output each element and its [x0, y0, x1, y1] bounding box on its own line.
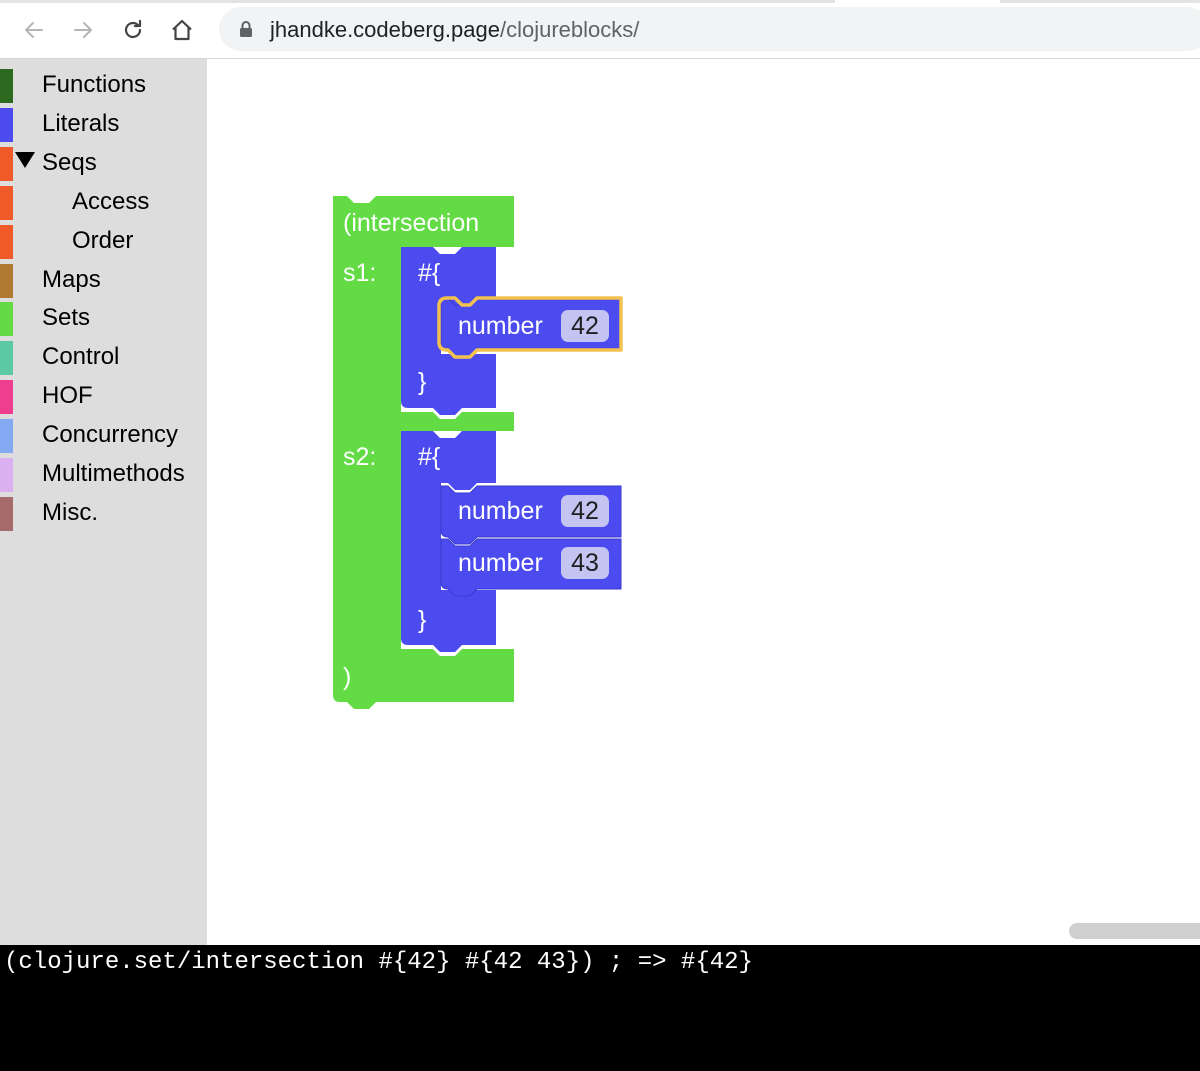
- category-label: Control: [42, 343, 120, 371]
- expand-triangle-icon[interactable]: [15, 151, 35, 168]
- category-label: Access: [72, 187, 150, 215]
- toolbox-sidebar: Functions Literals Seqs Access Order Maps Sets…: [0, 59, 207, 945]
- lock-icon: [240, 21, 252, 37]
- category-label: Misc.: [42, 498, 98, 526]
- block-canvas: [333, 196, 623, 709]
- category-label: HOF: [42, 382, 93, 410]
- category-label: Seqs: [42, 148, 97, 176]
- set2-close-label: }: [418, 606, 427, 634]
- s2-input-label: s2:: [343, 443, 377, 471]
- reload-button[interactable]: [115, 12, 151, 48]
- browser-toolbar: jhandke.codeberg.page/clojureblocks/: [0, 0, 1200, 59]
- reload-icon: [124, 19, 142, 39]
- category-color-swatch: [0, 419, 13, 454]
- url-text: jhandke.codeberg.page/clojureblocks/: [270, 17, 639, 43]
- category-color-swatch: [0, 496, 13, 531]
- category-color-swatch: [0, 380, 13, 415]
- number-value-field[interactable]: 42: [561, 495, 609, 527]
- set2-open-label: #{: [418, 443, 441, 471]
- toolbox-category-seqs[interactable]: Seqs: [0, 143, 207, 182]
- intersection-open-label: (intersection: [343, 209, 480, 237]
- forward-arrow-icon: [74, 22, 92, 38]
- url-path: /clojureblocks/: [499, 17, 640, 42]
- category-color-swatch: [0, 185, 13, 220]
- toolbox-category-concurrency[interactable]: Concurrency: [0, 415, 207, 454]
- toolbox-category-hof[interactable]: HOF: [0, 376, 207, 415]
- number-value-field[interactable]: 42: [561, 310, 609, 342]
- back-button[interactable]: [16, 12, 52, 48]
- category-color-swatch: [0, 224, 13, 259]
- category-label: Maps: [42, 265, 101, 293]
- s1-input-label: s1:: [343, 259, 377, 287]
- category-label: Literals: [42, 109, 120, 137]
- toolbox-category-functions[interactable]: Functions: [0, 65, 207, 104]
- set1-close-label: }: [418, 368, 427, 396]
- number-label: number: [458, 497, 543, 525]
- category-color-swatch: [0, 69, 13, 103]
- category-label: Order: [72, 226, 134, 254]
- category-color-swatch: [0, 341, 13, 376]
- category-label: Multimethods: [42, 460, 185, 487]
- toolbox-category-maps[interactable]: Maps: [0, 260, 207, 299]
- toolbox-category-access[interactable]: Access: [0, 182, 207, 221]
- toolbox-category-order[interactable]: Order: [0, 221, 207, 260]
- url-host: jhandke.codeberg.page: [270, 17, 500, 42]
- toolbox-category-misc[interactable]: Misc.: [0, 493, 207, 532]
- category-color-swatch: [0, 263, 13, 298]
- number-label: number: [458, 312, 543, 340]
- category-color-swatch: [0, 302, 13, 337]
- blocks-workspace[interactable]: (intersection s1: s2: ) #{ } #{ } number…: [207, 59, 1200, 945]
- category-label: Functions: [42, 71, 147, 98]
- back-arrow-icon: [25, 22, 43, 38]
- set1-open-label: #{: [418, 259, 441, 287]
- tab-strip-edge: [0, 0, 1200, 3]
- console-output-text: (clojure.set/intersection #{42} #{42 43}…: [4, 949, 753, 976]
- forward-button[interactable]: [65, 12, 101, 48]
- category-color-swatch: [0, 107, 13, 142]
- category-label: Sets: [42, 304, 91, 332]
- intersection-close-label: ): [343, 663, 352, 691]
- category-color-swatch: [0, 146, 13, 181]
- category-label: Concurrency: [42, 421, 179, 449]
- toolbox-category-control[interactable]: Control: [0, 337, 207, 376]
- address-bar[interactable]: jhandke.codeberg.page/clojureblocks/: [219, 7, 1200, 51]
- output-console: (clojure.set/intersection #{42} #{42 43}…: [0, 945, 1200, 1071]
- toolbox-category-literals[interactable]: Literals: [0, 104, 207, 143]
- home-icon: [172, 19, 192, 41]
- toolbox-category-multimethods[interactable]: Multimethods: [0, 454, 207, 493]
- number-label: number: [458, 549, 543, 577]
- home-button[interactable]: [164, 12, 200, 48]
- category-color-swatch: [0, 458, 13, 492]
- horizontal-scrollbar[interactable]: [1069, 923, 1200, 939]
- toolbox-category-sets[interactable]: Sets: [0, 298, 207, 337]
- number-value-field[interactable]: 43: [561, 547, 609, 579]
